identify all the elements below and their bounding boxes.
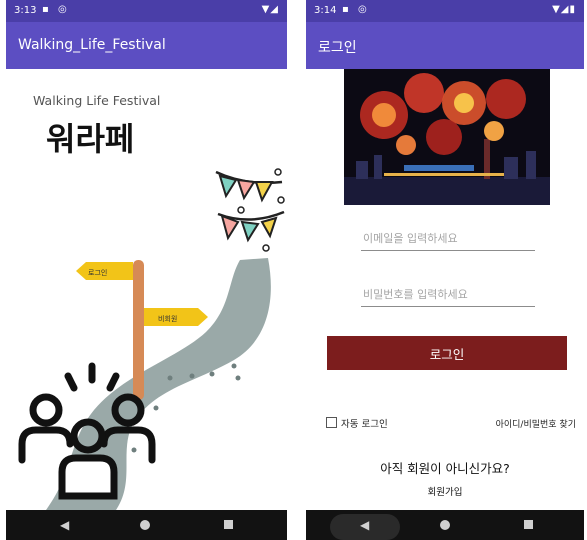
system-nav-bar: ◀ xyxy=(306,510,584,540)
not-member-text: 아직 회원이 아니신가요? xyxy=(380,461,510,476)
home-icon[interactable] xyxy=(140,520,150,530)
email-field[interactable] xyxy=(361,226,535,251)
system-nav-bar: ◀ xyxy=(6,510,287,540)
app-bar: 로그인 xyxy=(306,22,584,69)
status-time: 3:14 xyxy=(314,5,337,16)
app-bar: Walking_Life_Festival xyxy=(6,22,287,69)
find-account-link[interactable]: 아이디/비밀번호 찾기 xyxy=(496,417,576,430)
back-icon[interactable]: ◀ xyxy=(60,518,69,532)
notification-icons: ▪ ◎ xyxy=(342,4,370,15)
home-icon[interactable] xyxy=(440,520,450,530)
sign-left-label: 로그인 xyxy=(88,268,107,277)
festival-title: 워라페 xyxy=(46,120,135,158)
app-title: Walking_Life_Festival xyxy=(18,37,166,53)
signup-link[interactable]: 회원가입 xyxy=(306,484,584,498)
signal-battery-icon: ▼◢▮ xyxy=(552,4,576,15)
password-field[interactable] xyxy=(361,282,535,307)
recents-icon[interactable] xyxy=(524,520,533,529)
fireworks-image xyxy=(344,69,550,205)
login-screen: 3:14 ▪ ◎ ▼◢▮ 로그인 이메일을 입력하세요 로그인 자동 로그인 아… xyxy=(306,0,584,540)
walking-illustration: 로그인 비회원 xyxy=(18,168,285,510)
auto-login-checkbox[interactable] xyxy=(326,417,337,428)
recents-icon[interactable] xyxy=(224,520,233,529)
auto-login-option[interactable]: 자동 로그인 xyxy=(326,416,388,430)
splash-screen: 3:13 ▪ ◎ ▼◢ Walking_Life_Festival Walkin… xyxy=(6,0,287,540)
sign-right-label: 비회원 xyxy=(158,314,177,323)
status-bar: 3:13 ▪ ◎ ▼◢ xyxy=(6,0,287,22)
app-title: 로그인 xyxy=(318,40,357,56)
notification-icons: ▪ ◎ xyxy=(42,4,70,15)
auto-login-label: 자동 로그인 xyxy=(341,419,388,430)
signpost-pole xyxy=(133,260,144,400)
status-bar: 3:14 ▪ ◎ ▼◢▮ xyxy=(306,0,584,22)
signal-battery-icon: ▼◢ xyxy=(261,4,279,15)
login-button[interactable]: 로그인 xyxy=(327,336,567,370)
status-time: 3:13 xyxy=(14,5,37,16)
festival-subtitle: Walking Life Festival xyxy=(33,93,161,108)
bunting-icon xyxy=(215,168,285,252)
back-icon[interactable]: ◀ xyxy=(360,518,369,532)
